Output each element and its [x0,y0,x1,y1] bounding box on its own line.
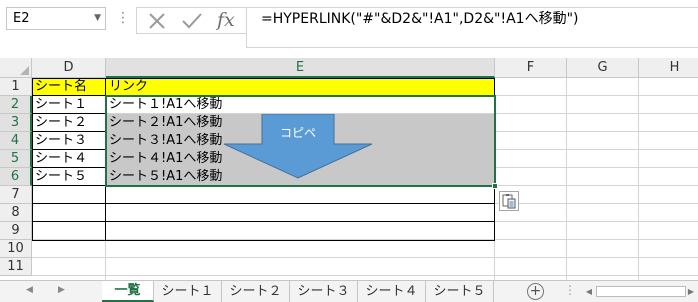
table-border [32,149,106,150]
tab-sheet-5[interactable]: シート５ [426,281,494,302]
tab-sheet-3[interactable]: シート３ [290,281,358,302]
gridline [638,78,639,280]
cell-d4[interactable]: シート３ [32,132,106,150]
column-header-e[interactable]: E [106,58,495,78]
header-cell-d1[interactable]: シート名 [32,78,106,96]
cell-d2[interactable]: シート１ [32,96,106,114]
name-box[interactable]: E2 ▼ [6,7,106,30]
fx-icon[interactable]: fx [217,8,235,33]
row-header-4[interactable]: 4 [0,132,32,150]
tab-sheet-2[interactable]: シート２ [222,281,290,302]
row-header-9[interactable]: 9 [0,222,32,240]
scroll-right-icon[interactable]: ▶ [58,285,65,295]
formula-input[interactable]: =HYPERLINK("#"&D2&"!A1",D2&"!A1へ移動") [246,7,698,48]
scroll-left-arrow-icon[interactable]: ◀ [582,284,596,299]
formula-bar: E2 ▼ ⋮ fx =HYPERLINK("#"&D2&"!A1",D2&"!A… [0,0,698,48]
more-horiz-icon[interactable]: ⋮ [564,283,576,297]
tab-sheet-4[interactable]: シート４ [358,281,426,302]
more-vert-icon[interactable]: ⋮ [116,9,130,27]
row-header-7[interactable]: 7 [0,186,32,204]
row-header-3[interactable]: 3 [0,114,32,132]
formula-bar-buttons: fx [136,7,246,34]
table-border [32,203,495,204]
sheet-tab-bar: ◀ ▶ 一覧 シート１ シート２ シート３ シート４ シート５ + ⋮ ◀ ▶ [0,280,698,302]
tab-sheet-1[interactable]: シート１ [154,281,222,302]
column-header-g[interactable]: G [567,58,639,78]
gridline [32,257,698,258]
column-header-f[interactable]: F [495,58,567,78]
select-all-corner[interactable] [0,58,32,78]
tab-sheet-index[interactable]: 一覧 [102,281,154,302]
row-header-2[interactable]: 2 [0,96,32,114]
chevron-down-icon[interactable]: ▼ [94,8,101,29]
row-header-11[interactable]: 11 [0,258,32,276]
row-header-5[interactable]: 5 [0,150,32,168]
cell-d3[interactable]: シート２ [32,114,106,132]
table-border [32,167,106,168]
spreadsheet-grid: D E F G H 1 2 3 4 5 6 7 8 9 10 11 シート名 リ… [0,58,698,280]
table-border [32,95,495,96]
row-header-8[interactable]: 8 [0,204,32,222]
row-header-6[interactable]: 6 [0,168,32,186]
cancel-x-icon[interactable] [147,11,167,35]
add-sheet-button[interactable]: + [527,283,544,300]
table-border [32,185,495,186]
table-border [494,78,495,241]
arrow-label: コピペ [279,126,316,140]
horizontal-scrollbar[interactable]: ◀ ▶ [582,284,698,299]
table-border [105,78,106,241]
scrollbar-thumb[interactable] [596,286,686,297]
table-border [32,221,495,222]
gridline [32,275,698,276]
table-border [32,78,495,79]
copy-paste-arrow: コピペ [222,113,374,180]
cell-e2[interactable]: シート１!A1へ移動 [106,96,495,114]
scroll-left-icon[interactable]: ◀ [26,285,33,295]
paste-options-icon[interactable] [499,191,519,211]
column-header-h[interactable]: H [639,58,698,78]
fill-handle[interactable] [492,183,498,189]
gridline [566,78,567,280]
table-border [32,113,106,114]
table-border [32,240,495,241]
name-box-value: E2 [13,11,30,26]
row-header-1[interactable]: 1 [0,78,32,96]
table-border [32,131,106,132]
cell-d5[interactable]: シート４ [32,150,106,168]
row-header-10[interactable]: 10 [0,240,32,258]
column-header-d[interactable]: D [32,58,106,78]
header-cell-e1[interactable]: リンク [106,78,495,96]
enter-check-icon[interactable] [181,11,203,35]
cell-d6[interactable]: シート５ [32,168,106,186]
table-border [32,78,33,241]
scroll-right-arrow-icon[interactable]: ▶ [684,284,698,299]
